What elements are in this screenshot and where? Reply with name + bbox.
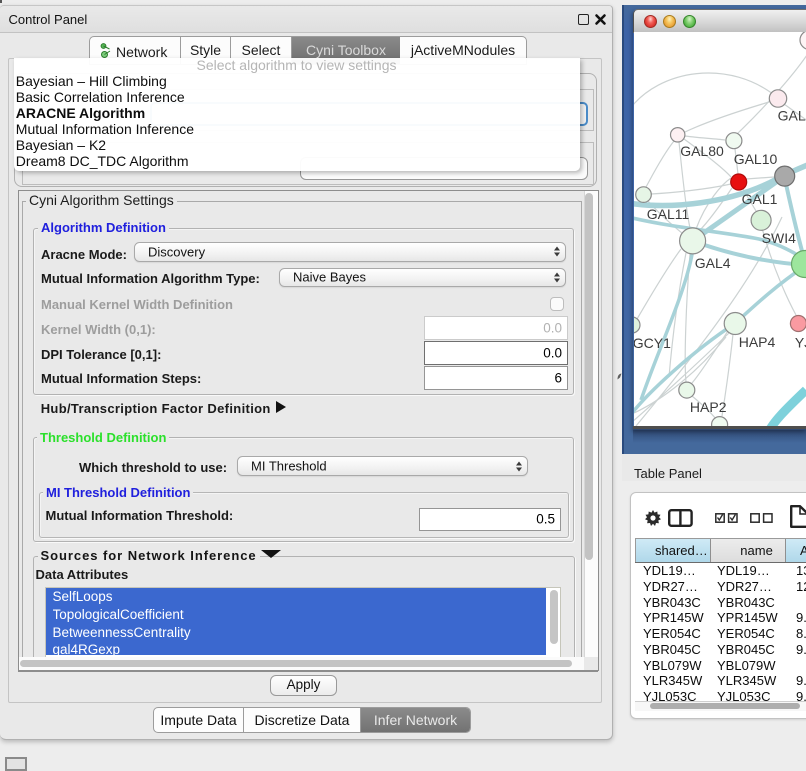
svg-text:HAP2: HAP2 xyxy=(690,399,727,415)
svg-text:GAL7: GAL7 xyxy=(778,107,806,123)
svg-text:GAL80: GAL80 xyxy=(680,143,724,159)
svg-text:YJ: YJ xyxy=(795,334,806,350)
svg-text:SWI4: SWI4 xyxy=(762,230,796,246)
svg-text:GAL10: GAL10 xyxy=(734,151,778,167)
svg-text:GAL4: GAL4 xyxy=(695,255,731,271)
svg-text:HAP4: HAP4 xyxy=(739,334,776,350)
svg-text:GAL1: GAL1 xyxy=(742,191,778,207)
svg-text:GAL11: GAL11 xyxy=(647,206,690,222)
svg-text:GCY1: GCY1 xyxy=(634,335,671,351)
